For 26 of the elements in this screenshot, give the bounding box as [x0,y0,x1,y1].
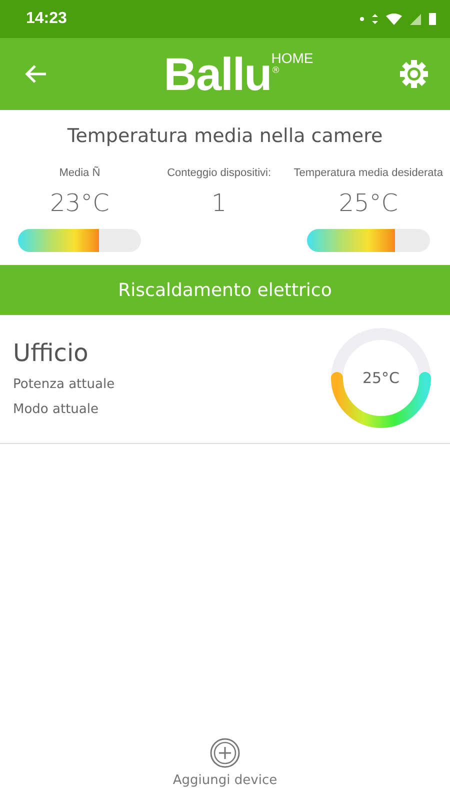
device-detail: Modo attuale [13,402,100,417]
stat-value: 1 [211,189,227,217]
data-transfer-icon [372,14,378,24]
stat-value: 25°C [338,189,398,217]
add-device-button[interactable]: Aggiungi device [172,737,278,788]
battery-icon [429,13,436,25]
page-title: Temperatura media nella camere [66,125,384,147]
wifi-icon [386,13,402,25]
logo-subtitle: HOME [271,51,314,66]
clock-time: 14:23 [26,10,67,28]
signal-icon [410,14,421,24]
back-arrow-icon[interactable] [24,64,48,84]
gauge-temperature: 25°C [362,369,400,387]
device-card[interactable]: Ufficio Potenza attuale Modo attuale 25°C [0,315,450,444]
add-icon [209,737,241,769]
device-detail: Potenza attuale [13,377,115,392]
settings-icon[interactable] [399,59,429,89]
stat-label: Conteggio dispositivi: [167,167,272,179]
stat-label: Media Ñ [59,167,100,179]
device-name: Ufficio [13,339,90,367]
registered-mark: ® [271,66,280,76]
notification-dot-icon [360,17,364,21]
stat-value: 23°C [50,189,110,217]
section-banner: Riscaldamento elettrico [0,265,450,315]
stat-label: Temperatura media desiderata [294,167,443,179]
logo-wordmark: Ballu [164,51,272,97]
